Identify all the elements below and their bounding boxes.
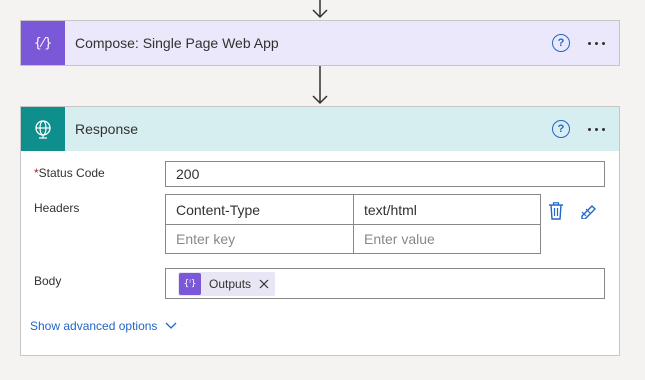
outputs-token-label: Outputs — [209, 276, 252, 291]
response-more-options-icon[interactable] — [588, 127, 605, 131]
body-input[interactable]: {ⁱ} Outputs — [165, 268, 605, 299]
status-code-label: *Status Code — [34, 166, 105, 180]
show-advanced-options-link[interactable]: Show advanced options — [30, 319, 177, 333]
header-value-cell[interactable]: text/html — [354, 195, 540, 224]
response-help-icon[interactable]: ? — [552, 120, 570, 138]
compose-more-options-icon[interactable] — [588, 41, 605, 45]
compose-title[interactable]: Compose: Single Page Web App — [75, 35, 552, 51]
remove-token-icon[interactable] — [259, 279, 269, 289]
response-header[interactable]: Response ? — [21, 107, 619, 151]
switch-text-mode-icon[interactable] — [580, 203, 598, 219]
connector-arrow-top — [312, 0, 328, 19]
delete-icon[interactable] — [548, 202, 564, 220]
header-value-input[interactable]: Enter value — [354, 225, 540, 253]
headers-label: Headers — [34, 201, 80, 215]
chevron-down-icon — [165, 322, 177, 329]
compose-help-icon[interactable]: ? — [552, 34, 570, 52]
connector-arrow-middle — [312, 66, 328, 105]
compose-card[interactable]: {⁄} Compose: Single Page Web App ? — [20, 20, 620, 66]
compose-token-icon: {ⁱ} — [179, 272, 201, 295]
response-title[interactable]: Response — [75, 121, 552, 137]
compose-icon: {⁄} — [21, 21, 65, 65]
globe-icon — [21, 107, 65, 151]
outputs-token[interactable]: {ⁱ} Outputs — [178, 271, 276, 296]
header-key-input[interactable]: Enter key — [166, 225, 353, 253]
status-code-input[interactable]: 200 — [165, 161, 605, 187]
headers-table: Content-Type text/html Enter key Enter v… — [165, 194, 541, 254]
header-key-cell[interactable]: Content-Type — [166, 195, 353, 224]
body-label: Body — [34, 274, 62, 288]
